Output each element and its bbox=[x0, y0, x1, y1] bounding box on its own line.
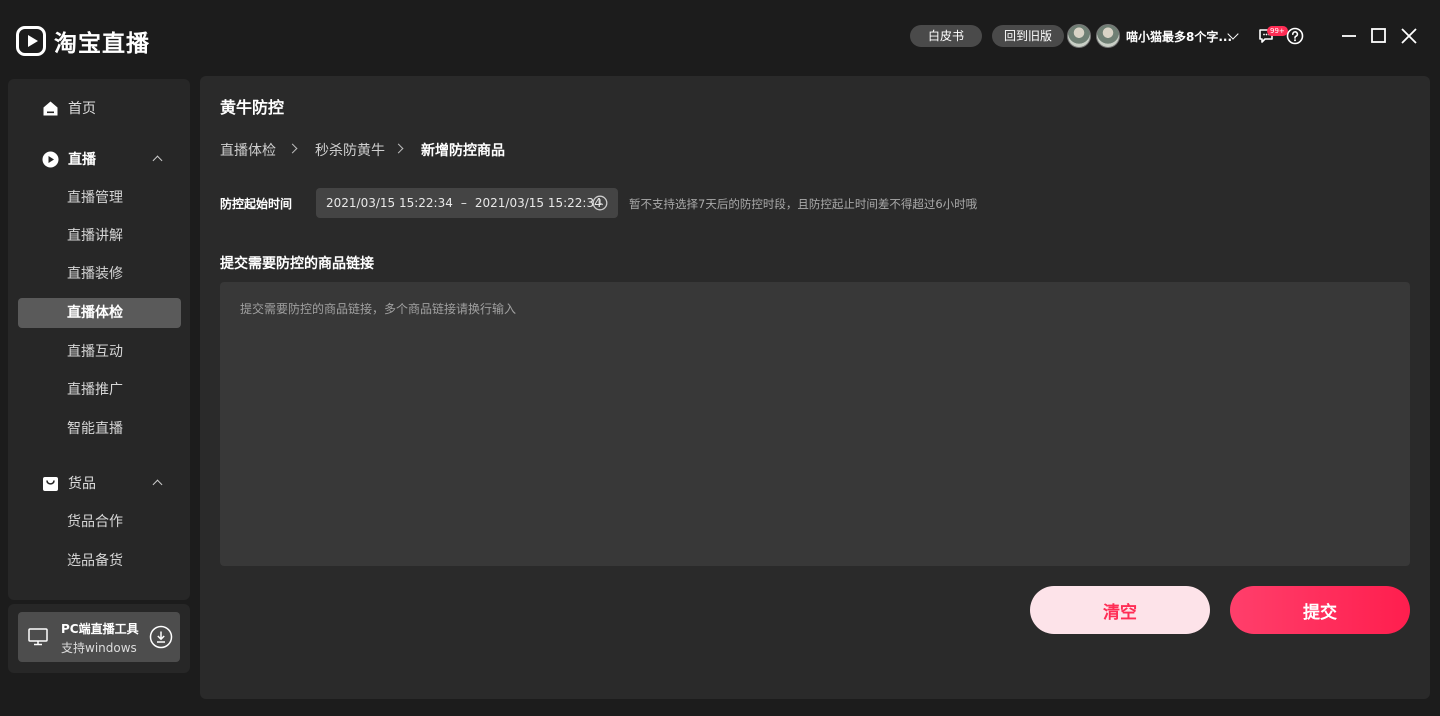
breadcrumb-current: 新增防控商品 bbox=[421, 143, 505, 159]
old-version-button[interactable]: 回到旧版 bbox=[992, 25, 1065, 47]
sidebar-group-goods[interactable]: 货品 bbox=[8, 468, 190, 498]
sidebar-item-live-manage[interactable]: 直播管理 bbox=[18, 183, 181, 213]
sidebar-item-goods-coop[interactable]: 货品合作 bbox=[18, 507, 181, 537]
sidebar-item-home[interactable]: 首页 bbox=[8, 93, 190, 123]
message-badge: 99+ bbox=[1267, 26, 1288, 36]
whitepaper-button[interactable]: 白皮书 bbox=[910, 25, 983, 47]
minimize-icon[interactable] bbox=[1340, 26, 1360, 46]
play-logo-icon bbox=[16, 26, 46, 56]
sidebar-item-live-check[interactable]: 直播体检 bbox=[18, 298, 181, 328]
end-time[interactable]: 2021/03/15 15:22:34 bbox=[475, 196, 602, 210]
chevron-right-icon bbox=[287, 143, 298, 154]
main-panel: 黄牛防控 直播体检 秒杀防黄牛 新增防控商品 防控起始时间 2021/03/15… bbox=[200, 76, 1430, 699]
pc-tool-promo: PC端直播工具 支持windows bbox=[8, 604, 190, 673]
promo-title: PC端直播工具 bbox=[61, 622, 139, 636]
shopping-bag-icon bbox=[43, 476, 58, 491]
sidebar-item-live-interact[interactable]: 直播互动 bbox=[18, 337, 181, 367]
chevron-up-icon[interactable] bbox=[152, 155, 163, 166]
sidebar-item-smart-live[interactable]: 智能直播 bbox=[18, 414, 181, 444]
clear-button[interactable]: 清空 bbox=[1030, 586, 1210, 634]
product-links-input[interactable] bbox=[220, 282, 1410, 566]
sidebar-group-label: 货品 bbox=[68, 476, 96, 492]
sidebar: 首页 直播 直播管理 直播讲解 直播装修 直播体检 直播互动 直播推广 智能直播… bbox=[8, 79, 190, 600]
sidebar-group-label: 直播 bbox=[68, 152, 96, 168]
sidebar-group-live[interactable]: 直播 bbox=[8, 144, 190, 174]
time-range-hint: 暂不支持选择7天后的防控时段，且防控起止时间差不得超过6小时哦 bbox=[629, 197, 978, 211]
submit-button[interactable]: 提交 bbox=[1230, 586, 1410, 634]
sidebar-item-live-decor[interactable]: 直播装修 bbox=[18, 259, 181, 289]
sidebar-item-live-explain[interactable]: 直播讲解 bbox=[18, 221, 181, 251]
chevron-up-icon[interactable] bbox=[152, 479, 163, 490]
pc-tool-download-card[interactable]: PC端直播工具 支持windows bbox=[18, 612, 180, 662]
close-icon[interactable] bbox=[1400, 26, 1420, 46]
maximize-icon[interactable] bbox=[1370, 26, 1390, 46]
clock-icon bbox=[592, 195, 608, 211]
breadcrumb-item[interactable]: 直播体检 bbox=[220, 140, 276, 160]
avatar[interactable] bbox=[1067, 24, 1091, 48]
monitor-icon bbox=[28, 628, 48, 646]
time-range-label: 防控起始时间 bbox=[220, 197, 293, 211]
brand-logo: 淘宝直播 bbox=[16, 24, 150, 58]
title-bar: 淘宝直播 白皮书 回到旧版 喵小猫最多8个字... 99+ bbox=[0, 0, 1440, 76]
start-time[interactable]: 2021/03/15 15:22:34 bbox=[326, 196, 453, 210]
breadcrumb-item[interactable]: 秒杀防黄牛 bbox=[315, 140, 385, 160]
brand-name: 淘宝直播 bbox=[54, 31, 150, 57]
page-title: 黄牛防控 bbox=[220, 98, 285, 117]
username[interactable]: 喵小猫最多8个字... bbox=[1126, 28, 1232, 45]
download-icon[interactable] bbox=[149, 625, 173, 649]
sidebar-item-label: 首页 bbox=[68, 101, 96, 117]
range-separator: – bbox=[460, 196, 467, 210]
sidebar-item-goods-stock[interactable]: 选品备货 bbox=[18, 546, 181, 576]
avatar[interactable] bbox=[1096, 24, 1120, 48]
promo-subtitle: 支持windows bbox=[61, 641, 137, 655]
home-icon bbox=[43, 101, 58, 115]
help-icon[interactable] bbox=[1286, 27, 1306, 47]
play-circle-icon bbox=[42, 151, 59, 167]
chevron-right-icon bbox=[393, 143, 404, 154]
sidebar-item-live-promote[interactable]: 直播推广 bbox=[18, 375, 181, 405]
time-range-picker[interactable]: 2021/03/15 15:22:34–2021/03/15 15:22:34 bbox=[316, 188, 618, 218]
links-section-label: 提交需要防控的商品链接 bbox=[220, 256, 374, 272]
